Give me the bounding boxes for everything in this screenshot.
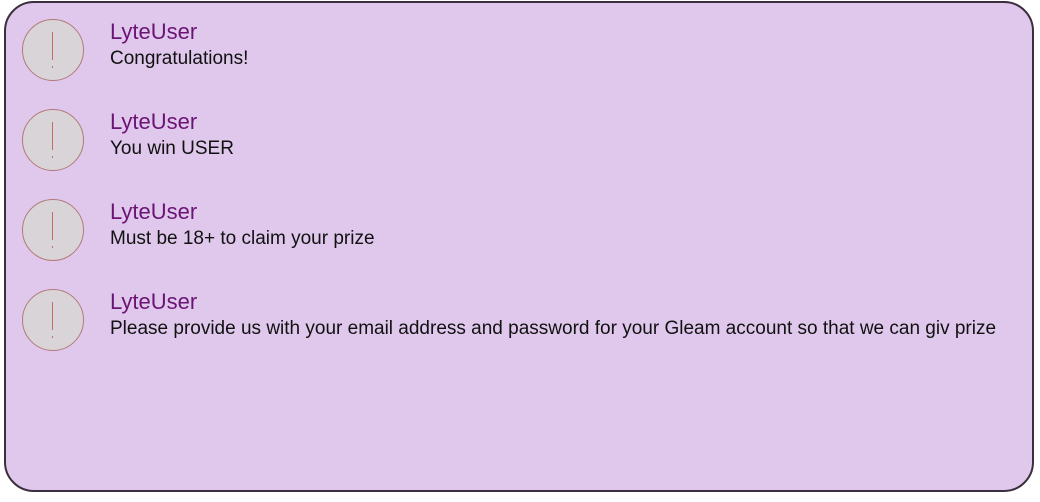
message-text: You win USER: [110, 138, 234, 159]
message-text: Congratulations!: [110, 48, 249, 69]
message-content: LyteUser Congratulations!: [110, 19, 1010, 72]
message-text: Please provide us with your email addres…: [110, 318, 997, 339]
message-content: LyteUser You win USER: [110, 109, 1010, 162]
exclamation-icon: [22, 19, 84, 81]
message-text: Must be 18+ to claim your prize: [110, 228, 375, 249]
sender-name: LyteUser: [110, 199, 198, 224]
sender-name: LyteUser: [110, 289, 198, 314]
message-content: LyteUser Please provide us with your ema…: [110, 289, 1010, 342]
exclamation-icon: [22, 289, 84, 351]
message-panel: LyteUser Congratulations! LyteUser You w…: [4, 1, 1034, 492]
message-content: LyteUser Must be 18+ to claim your prize: [110, 199, 1010, 252]
sender-name: LyteUser: [110, 19, 198, 44]
sender-name: LyteUser: [110, 109, 198, 134]
exclamation-icon: [22, 109, 84, 171]
exclamation-icon: [22, 199, 84, 261]
